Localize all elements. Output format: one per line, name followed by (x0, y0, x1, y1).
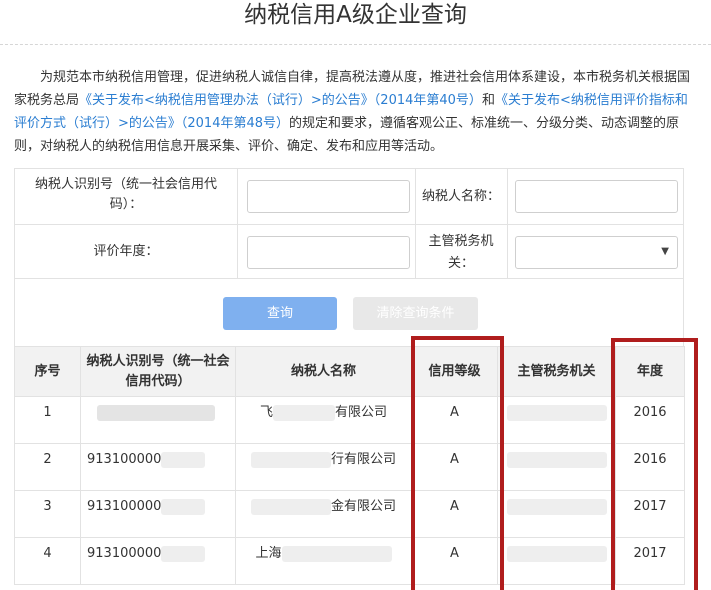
row-tax-office (497, 396, 616, 444)
redacted-block (161, 498, 206, 515)
search-divider (237, 169, 238, 279)
taxpayer-id-input[interactable] (247, 180, 410, 213)
notice-40-link[interactable]: 《关于发布<纳税信用管理办法（试行）>的公告》（2014年第40号） (79, 93, 482, 108)
row-index: 1 (14, 396, 81, 444)
row-taxpayer-id: 913100000 (80, 537, 236, 585)
redacted-block (506, 404, 607, 421)
search-divider (507, 169, 508, 279)
taxpayer-name-input[interactable] (515, 180, 678, 213)
table-header-row: 序号 纳税人识别号（统一社会信用代码） 纳税人名称 信用等级 主管税务机关 年度 (14, 346, 685, 397)
table-row: 1 飞有限公司 A 2016 (14, 396, 685, 444)
header-taxpayer-name: 纳税人名称 (235, 346, 412, 397)
query-button[interactable]: 查询 (223, 297, 337, 330)
title-divider (0, 44, 711, 45)
highlight-box-year (611, 338, 698, 590)
row-taxpayer-name: 行有限公司 (235, 443, 412, 491)
tax-office-label: 主管税务机关： (428, 234, 494, 271)
table-row: 3 913100000 金有限公司 A 2017 (14, 490, 685, 538)
redacted-block (161, 451, 206, 468)
chevron-down-icon: ▼ (661, 246, 669, 257)
year-input[interactable] (247, 236, 410, 269)
search-divider (415, 169, 416, 279)
redacted-block (97, 404, 215, 421)
redacted-block (250, 498, 331, 515)
row-index: 2 (14, 443, 81, 491)
row-taxpayer-name: 飞有限公司 (235, 396, 412, 444)
redacted-block (250, 451, 331, 468)
redacted-block (161, 545, 206, 562)
row-tax-office (497, 490, 616, 538)
year-label: 评价年度： (93, 244, 159, 259)
redacted-block (273, 404, 335, 421)
results-table: 序号 纳税人识别号（统一社会信用代码） 纳税人名称 信用等级 主管税务机关 年度… (14, 346, 685, 585)
table-row: 4 913100000 上海 A 2017 (14, 537, 685, 585)
row-taxpayer-id: 913100000 (80, 490, 236, 538)
row-taxpayer-id (80, 396, 236, 444)
search-panel: 纳税人识别号（统一社会信用代码）： 纳税人名称： 评价年度： 主管税务机关： ▼… (14, 168, 684, 348)
row-index: 4 (14, 537, 81, 585)
row-index: 3 (14, 490, 81, 538)
row-taxpayer-id: 913100000 (80, 443, 236, 491)
page-title: 纳税信用A级企业查询 (244, 2, 467, 28)
redacted-block (281, 545, 392, 562)
redacted-block (506, 498, 607, 515)
taxpayer-id-label: 纳税人识别号（统一社会信用代码）： (34, 177, 217, 212)
taxpayer-name-label: 纳税人名称： (421, 189, 500, 204)
highlight-box-credit-grade (411, 336, 504, 590)
intro-text-2: 和 (481, 93, 495, 108)
row-tax-office (497, 443, 616, 491)
header-taxpayer-id: 纳税人识别号（统一社会信用代码） (80, 346, 236, 397)
tax-office-select[interactable]: ▼ (515, 236, 678, 269)
header-tax-office: 主管税务机关 (497, 346, 616, 397)
redacted-block (506, 545, 607, 562)
intro-paragraph: 为规范本市纳税信用管理，促进纳税人诚信自律，提高税法遵从度，推进社会信用体系建设… (14, 66, 697, 158)
clear-button[interactable]: 清除查询条件 (353, 297, 478, 330)
row-taxpayer-name: 金有限公司 (235, 490, 412, 538)
row-tax-office (497, 537, 616, 585)
table-row: 2 913100000 行有限公司 A 2016 (14, 443, 685, 491)
row-taxpayer-name: 上海 (235, 537, 412, 585)
header-index: 序号 (14, 346, 81, 397)
redacted-block (506, 451, 607, 468)
